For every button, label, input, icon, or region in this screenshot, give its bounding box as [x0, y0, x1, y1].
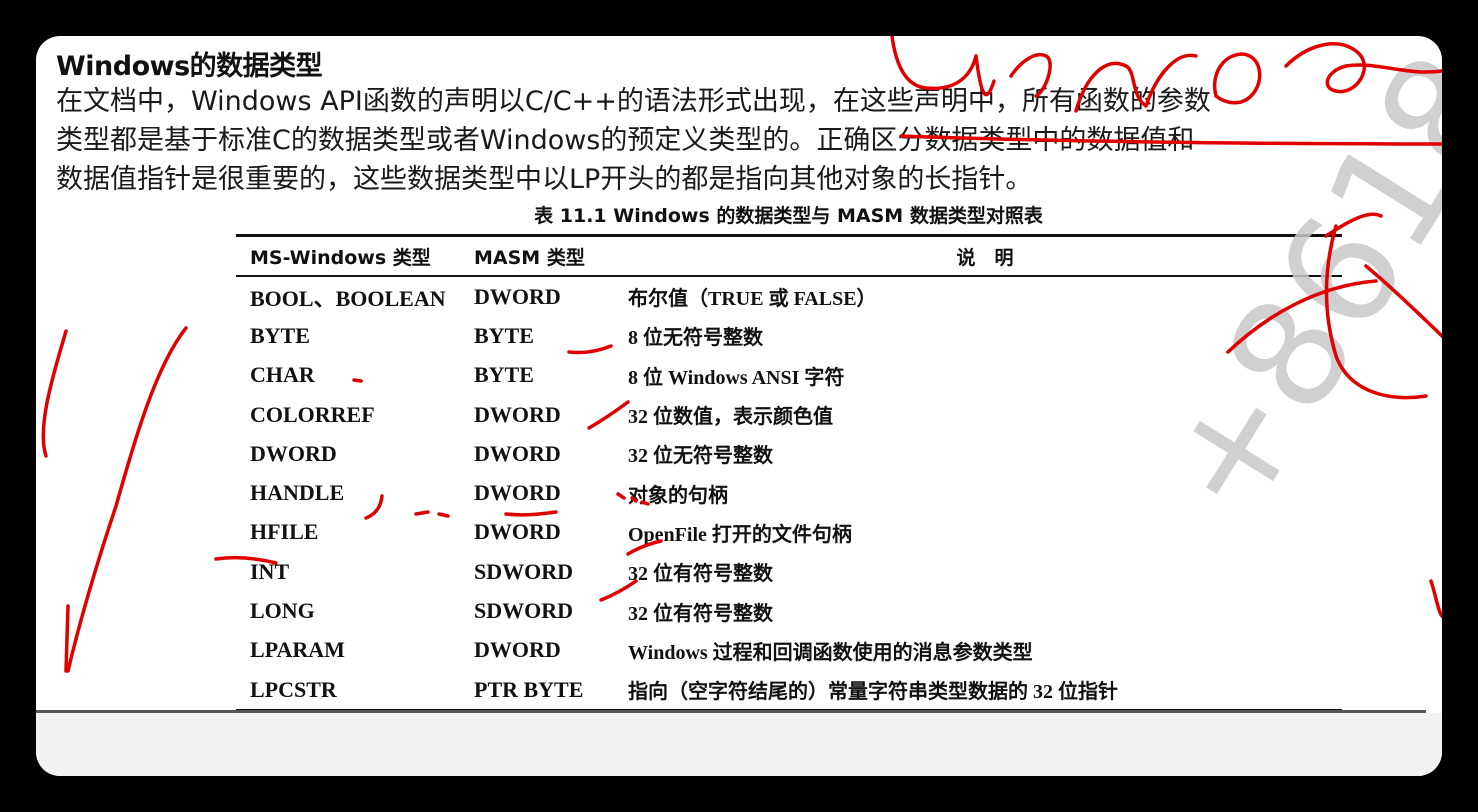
annotation-stroke	[567, 344, 613, 355]
annotation-stroke	[41, 326, 188, 673]
annotation-stroke	[1324, 224, 1428, 400]
annotation-stroke	[1364, 264, 1442, 338]
annotation-stroke	[899, 134, 1442, 146]
annotation-stroke	[1009, 53, 1052, 98]
slide-frame: Windows的数据类型 在文档中，Windows API函数的声明以C/C++…	[36, 36, 1442, 776]
annotation-stroke	[214, 555, 278, 565]
annotation-stroke	[64, 604, 70, 673]
annotation-stroke	[599, 579, 638, 602]
annotation-stroke	[1074, 53, 1198, 113]
annotation-stroke	[414, 510, 450, 518]
pen-annotations	[41, 36, 1442, 673]
annotation-stroke	[1284, 42, 1442, 94]
annotation-stroke	[1429, 579, 1442, 618]
annotation-stroke	[1213, 52, 1262, 105]
annotation-stroke	[587, 400, 630, 430]
annotation-stroke	[626, 539, 663, 556]
annotation-stroke	[1226, 279, 1378, 354]
annotation-stroke	[364, 494, 384, 520]
annotation-stroke	[352, 378, 363, 383]
annotation-stroke	[616, 492, 650, 506]
annotation-stroke	[890, 36, 996, 97]
annotation-stroke	[504, 510, 558, 517]
